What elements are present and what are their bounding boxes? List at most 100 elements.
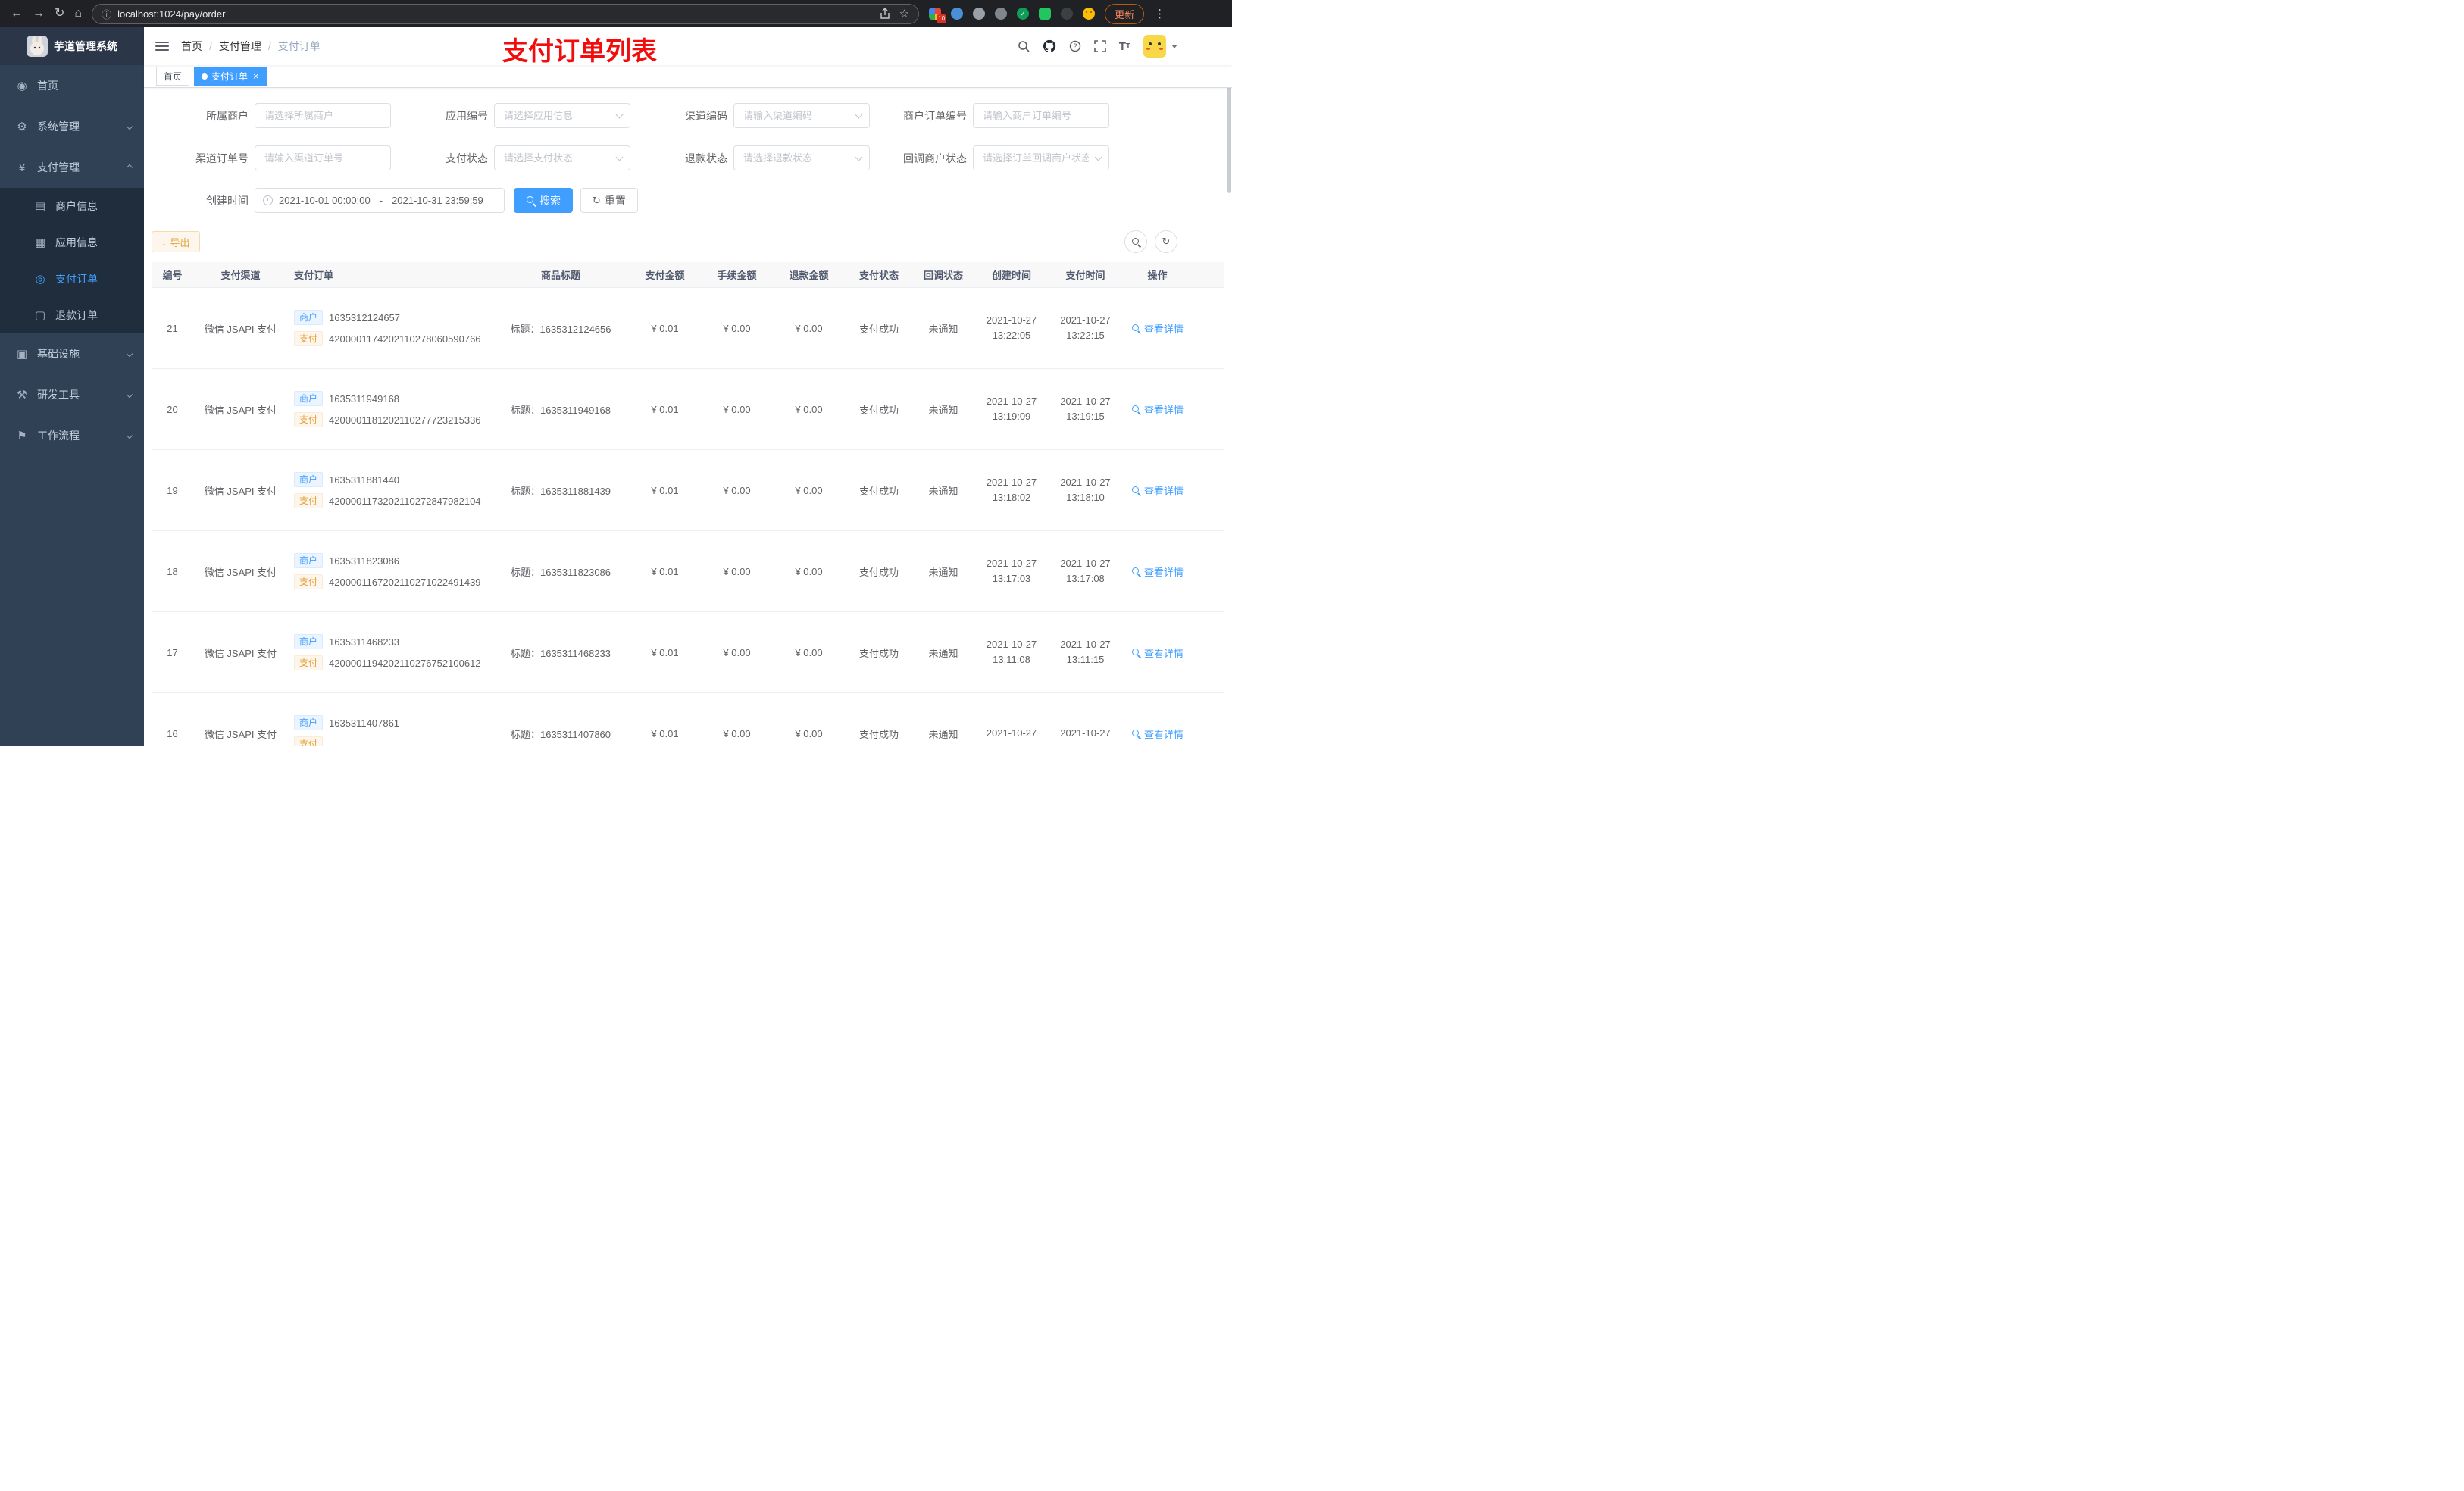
view-detail-link[interactable]: 查看详情 [1131, 321, 1184, 336]
tab-home[interactable]: 首页 [156, 67, 190, 86]
user-menu[interactable] [1143, 35, 1177, 58]
channel-code-select[interactable] [733, 103, 870, 128]
sidebar-item-refund-order[interactable]: ▢ 退款订单 [0, 297, 144, 333]
bookmark-star-icon[interactable]: ☆ [899, 7, 909, 20]
refund-status-select[interactable] [733, 145, 870, 170]
chevron-down-icon [126, 123, 133, 130]
notify-status-select[interactable] [973, 145, 1109, 170]
search-icon [1131, 237, 1141, 247]
merchant-select[interactable] [255, 103, 391, 128]
cell-actions: 查看详情 [1121, 402, 1193, 417]
extension-circle-icon-2[interactable] [995, 8, 1008, 20]
merchant-select-input[interactable] [255, 103, 391, 128]
app-select[interactable] [494, 103, 630, 128]
sidebar-item-payment[interactable]: ¥ 支付管理 [0, 147, 144, 188]
hamburger-icon[interactable] [155, 42, 169, 51]
channel-code-input[interactable] [733, 103, 870, 128]
svg-text:?: ? [1073, 42, 1077, 50]
active-tab-dot [202, 73, 208, 80]
extension-pin-icon[interactable] [1061, 8, 1074, 20]
app-select-input[interactable] [494, 103, 630, 128]
sidebar-item-app-info[interactable]: ▦ 应用信息 [0, 224, 144, 261]
extension-face-icon[interactable] [1083, 8, 1096, 20]
sidebar-item-pay-order[interactable]: ◎ 支付订单 [0, 261, 144, 297]
sidebar-item-system[interactable]: ⚙ 系统管理 [0, 106, 144, 147]
address-bar[interactable]: ⓘ localhost:1024/pay/order ☆ [92, 3, 920, 24]
pay-order-no: 4200001173202110272847982104 [329, 495, 481, 507]
header-search-icon[interactable] [1018, 40, 1030, 52]
cell-status: 支付成功 [858, 323, 899, 335]
breadcrumb-section[interactable]: 支付管理 [219, 39, 261, 54]
github-icon[interactable] [1043, 39, 1056, 53]
cell-actions: 查看详情 [1121, 321, 1193, 336]
reset-button[interactable]: ↻ 重置 [580, 188, 638, 213]
breadcrumb-separator: / [267, 40, 271, 52]
cell-created-time: 2021-10-27 13:18:02 [986, 477, 1037, 503]
browser-refresh-icon[interactable]: ↻ [55, 8, 64, 20]
view-detail-link[interactable]: 查看详情 [1131, 402, 1184, 417]
refresh-table-button[interactable]: ↻ [1155, 230, 1177, 253]
view-detail-link[interactable]: 查看详情 [1131, 564, 1184, 579]
sidebar-item-dev-tools[interactable]: ⚒ 研发工具 [0, 374, 144, 415]
date-separator: - [379, 195, 383, 206]
search-button[interactable]: 搜索 [514, 188, 573, 213]
column-header-fee: 手续金额 [717, 270, 757, 281]
cell-status: 支付成功 [858, 566, 899, 578]
view-detail-link[interactable]: 查看详情 [1131, 645, 1184, 660]
app-title: 芋道管理系统 [54, 40, 117, 52]
browser-chrome: ← → ↻ ⌂ ⓘ localhost:1024/pay/order ☆ 10 … [0, 0, 1232, 27]
cell-order: 商户 1635311881440 支付 42000011732021102728… [288, 472, 492, 508]
cell-fee: ¥ 0.00 [723, 727, 751, 739]
create-time-range-picker[interactable]: 2021-10-01 00:00:00 - 2021-10-31 23:59:5… [255, 188, 505, 213]
site-info-icon[interactable]: ⓘ [102, 7, 111, 21]
cell-id: 17 [167, 646, 178, 658]
toggle-search-button[interactable] [1124, 230, 1147, 253]
channel-order-no-input[interactable] [255, 145, 391, 170]
extension-grid-icon[interactable]: 10 [929, 8, 947, 23]
breadcrumb-home[interactable]: 首页 [181, 39, 202, 54]
help-icon[interactable]: ? [1069, 40, 1081, 52]
refund-doc-icon: ▢ [34, 309, 46, 322]
sidebar-item-workflow[interactable]: ⚑ 工作流程 [0, 415, 144, 456]
browser-home-icon[interactable]: ⌂ [74, 8, 82, 20]
merchant-order-no-input[interactable] [973, 103, 1109, 128]
browser-update-button[interactable]: 更新 [1105, 3, 1145, 24]
orders-table: 编号 支付渠道 支付订单 商品标题 支付金额 手续金额 退款金额 支付状态 回调… [152, 262, 1224, 746]
view-detail-link[interactable]: 查看详情 [1131, 483, 1184, 498]
cell-notify: 未通知 [928, 404, 958, 416]
pay-order-icon: ◎ [35, 273, 45, 286]
extension-circle-icon-1[interactable] [973, 8, 986, 20]
sidebar-item-infrastructure[interactable]: ▣ 基础设施 [0, 333, 144, 374]
view-detail-link[interactable]: 查看详情 [1131, 727, 1184, 741]
extension-check-icon[interactable]: ✓ [1017, 8, 1030, 20]
tab-pay-order[interactable]: 支付订单 × [194, 67, 267, 86]
cell-actions: 查看详情 [1121, 564, 1193, 579]
app-logo[interactable]: 芋道管理系统 [0, 27, 144, 65]
extension-chat-icon[interactable] [1039, 8, 1052, 20]
export-button[interactable]: ↓ 导出 [152, 231, 200, 252]
fullscreen-icon[interactable] [1093, 40, 1106, 52]
tab-close-icon[interactable]: × [253, 71, 259, 81]
avatar[interactable] [1143, 35, 1166, 58]
filter-label-app: 应用编号 [446, 109, 488, 122]
sidebar-item-merchant-info[interactable]: ▤ 商户信息 [0, 188, 144, 224]
merchant-order-no-field[interactable] [973, 103, 1109, 128]
cell-channel: 微信 JSAPI 支付 [204, 647, 277, 659]
cell-notify: 未通知 [928, 647, 958, 659]
pay-status-select[interactable] [494, 145, 630, 170]
merchant-tag: 商户 [294, 310, 324, 325]
refund-status-input[interactable] [733, 145, 870, 170]
notify-status-input[interactable] [973, 145, 1109, 170]
browser-forward-icon[interactable]: → [33, 8, 45, 20]
pay-status-input[interactable] [494, 145, 630, 170]
sidebar-item-home[interactable]: ◉ 首页 [0, 65, 144, 106]
cell-notify: 未通知 [928, 566, 958, 578]
font-size-icon[interactable]: TT [1119, 40, 1130, 53]
share-icon[interactable] [880, 8, 890, 20]
extension-drop-icon[interactable] [951, 8, 964, 20]
cell-status: 支付成功 [858, 485, 899, 497]
browser-back-icon[interactable]: ← [11, 8, 23, 20]
channel-order-no-field[interactable] [255, 145, 391, 170]
cell-fee: ¥ 0.00 [723, 646, 751, 658]
browser-menu-icon[interactable]: ⋮ [1154, 8, 1165, 20]
